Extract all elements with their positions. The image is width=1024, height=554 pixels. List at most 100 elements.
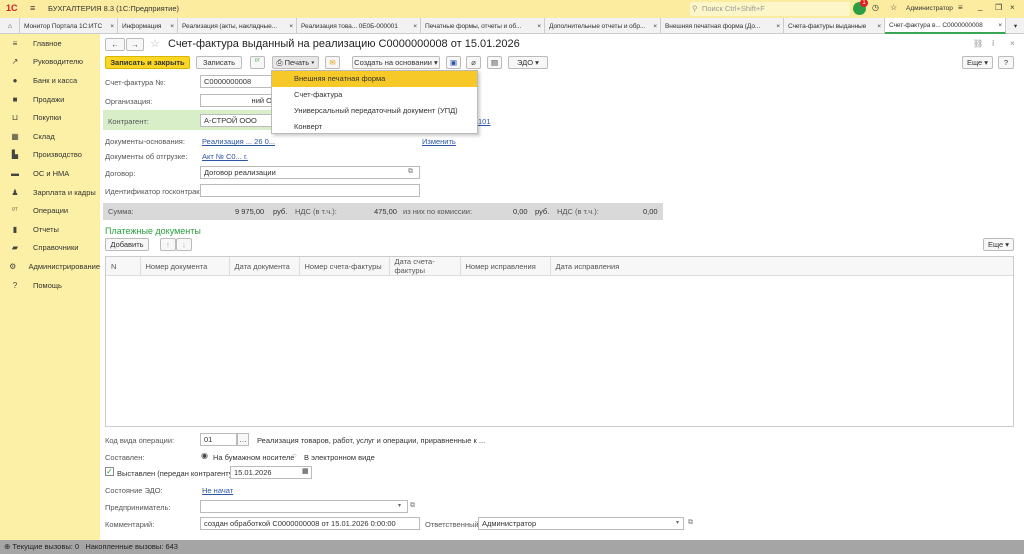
op-field[interactable]: 01 xyxy=(200,433,237,446)
tab[interactable]: Монитор Портала 1С:ИТС × xyxy=(20,18,118,34)
email-button[interactable]: ✉ xyxy=(325,56,340,69)
responsible-field[interactable]: Администратор xyxy=(478,517,684,530)
close-form-icon[interactable]: × xyxy=(1010,39,1015,48)
close-icon[interactable]: × xyxy=(170,19,174,34)
table-more-button[interactable]: Еще ▾ xyxy=(983,238,1014,251)
radio-electronic[interactable]: ○ xyxy=(292,451,297,460)
dropdown-icon[interactable]: ▾ xyxy=(676,519,679,526)
change-link[interactable]: Изменить xyxy=(422,137,456,146)
more-button[interactable]: Еще ▾ xyxy=(962,56,993,69)
sidebar-item-manager[interactable]: ↗ Руководителю xyxy=(0,53,100,72)
close-icon[interactable]: × xyxy=(653,19,657,34)
sidebar-item-production[interactable]: ▙ Производство xyxy=(0,146,100,165)
close-icon[interactable]: × xyxy=(110,19,114,34)
issued-checkbox[interactable]: ✓ xyxy=(105,467,114,476)
column-header[interactable]: Дата документа xyxy=(229,257,300,276)
menu-item-external-print-form[interactable]: Внешняя печатная форма xyxy=(272,71,477,87)
close-icon[interactable]: × xyxy=(1010,3,1015,12)
sidebar-item-salary[interactable]: ♟ Зарплата и кадры xyxy=(0,183,100,202)
sidebar-item-catalogs[interactable]: ▰ Справочники xyxy=(0,239,100,258)
sidebar-item-main[interactable]: ≡ Главное xyxy=(0,34,100,53)
column-header[interactable]: Номер документа xyxy=(140,257,230,276)
info-icon[interactable]: ⅰ xyxy=(992,39,994,48)
open-icon[interactable]: ⧉ xyxy=(410,502,415,510)
minimize-icon[interactable]: _ xyxy=(978,2,982,11)
save-close-button[interactable]: Записать и закрыть xyxy=(105,56,190,69)
add-button[interactable]: Добавить xyxy=(105,238,149,251)
radio-electronic-label[interactable]: В электронном виде xyxy=(304,453,375,462)
issued-label[interactable]: Выставлен (передан контрагенту): xyxy=(117,469,237,478)
save-button[interactable]: Записать xyxy=(196,56,242,69)
move-up-button[interactable]: ↑ xyxy=(160,238,176,251)
tab-active[interactable]: Счет-фактура в... С0000000008 × xyxy=(885,18,1006,34)
shipment-link[interactable]: Акт № С0... г. xyxy=(202,152,248,161)
payments-table[interactable]: N Номер документа Дата документа Номер с… xyxy=(105,256,1014,427)
counterparty-field[interactable]: А-СТРОЙ ООО xyxy=(200,114,275,127)
close-icon[interactable]: × xyxy=(776,19,780,34)
dt-kt-button[interactable]: ᴰᵀ xyxy=(250,56,265,69)
tab[interactable]: Реализация това... 0Е0Б-000001 × xyxy=(297,18,421,34)
open-icon[interactable]: ⧉ xyxy=(688,519,693,527)
search-input[interactable]: Поиск Ctrl+Shift+F ⚲ xyxy=(690,2,850,16)
tab[interactable]: Дополнительные отчеты и обр... × xyxy=(545,18,661,34)
close-icon[interactable]: × xyxy=(877,19,881,34)
menu-item-upd[interactable]: Универсальный передаточный документ (УПД… xyxy=(272,103,477,119)
open-icon[interactable]: ⧉ xyxy=(408,168,413,176)
star-icon[interactable]: ☆ xyxy=(890,3,897,12)
home-tab[interactable]: ⌂ xyxy=(0,18,20,34)
tab[interactable]: Внешняя печатная форма (До... × xyxy=(661,18,784,34)
tab[interactable]: Печатные формы, отчеты и об... × xyxy=(421,18,545,34)
help-button[interactable]: ? xyxy=(998,56,1014,69)
move-down-button[interactable]: ↓ xyxy=(176,238,192,251)
report-button[interactable]: ▤ xyxy=(487,56,502,69)
restore-icon[interactable]: ❐ xyxy=(995,3,1002,12)
counterparty-link[interactable]: 101 xyxy=(478,117,491,126)
column-header[interactable]: N xyxy=(106,257,141,276)
dropdown-icon[interactable]: ▾ xyxy=(398,502,401,509)
tabs-dropdown[interactable]: ▾ xyxy=(1006,18,1024,34)
favorite-star-icon[interactable]: ☆ xyxy=(150,37,160,50)
radio-paper-label[interactable]: На бумажном носителе xyxy=(213,453,294,462)
radio-paper[interactable]: ◉ xyxy=(201,451,208,460)
close-icon[interactable]: × xyxy=(998,18,1002,33)
close-icon[interactable]: × xyxy=(413,19,417,34)
edo-button[interactable]: ЭДО ▾ xyxy=(508,56,548,69)
org-field[interactable]: ний О xyxy=(200,94,275,107)
create-based-button[interactable]: Создать на основании ▾ xyxy=(352,56,440,69)
back-button[interactable]: ← xyxy=(105,38,125,51)
entrepreneur-field[interactable] xyxy=(200,500,408,513)
user-name[interactable]: Администратор xyxy=(906,5,953,12)
menu-item-envelope[interactable]: Конверт xyxy=(272,119,477,135)
column-header[interactable]: Дата исправления xyxy=(550,257,1013,276)
select-button[interactable]: … xyxy=(237,433,249,446)
edo-status-link[interactable]: Не начат xyxy=(202,486,233,495)
menu-icon[interactable]: ≡ xyxy=(30,3,35,13)
column-header[interactable]: Номер счета-фактуры xyxy=(299,257,390,276)
comment-field[interactable]: создан обработкой С0000000008 от 15.01.2… xyxy=(200,517,420,530)
link-icon[interactable]: ⛓ xyxy=(973,39,983,48)
structure-button[interactable]: ▣ xyxy=(446,56,461,69)
sidebar-item-reports[interactable]: ▮ Отчеты xyxy=(0,220,100,239)
sidebar-item-assets[interactable]: ▬ ОС и НМА xyxy=(0,164,100,183)
basis-link[interactable]: Реализация ... 26 0... xyxy=(202,137,275,146)
sidebar-item-purchases[interactable]: ⊔ Покупки xyxy=(0,108,100,127)
attach-icon[interactable]: ⌀ xyxy=(466,56,481,69)
sidebar-item-operations[interactable]: ᴰᵀ Операции xyxy=(0,201,100,220)
sidebar-item-help[interactable]: ? Помощь xyxy=(0,276,100,295)
forward-button[interactable]: → xyxy=(126,38,144,51)
menu-item-invoice[interactable]: Счет-фактура xyxy=(272,87,477,103)
calendar-icon[interactable]: ▦ xyxy=(302,467,309,475)
column-header[interactable]: Дата счета-фактуры xyxy=(389,257,461,276)
close-icon[interactable]: × xyxy=(537,19,541,34)
print-button[interactable]: ⎙ Печать ▾ xyxy=(272,56,319,69)
sidebar-item-admin[interactable]: ⚙ Администрирование xyxy=(0,257,100,276)
notifications-button[interactable]: 1 xyxy=(853,0,868,15)
number-field[interactable]: С0000000008 xyxy=(200,75,275,88)
tab[interactable]: Реализация (акты, накладные... × xyxy=(178,18,297,34)
sidebar-item-bank[interactable]: ● Банк и касса xyxy=(0,71,100,90)
tab[interactable]: Счета-фактуры выданные × xyxy=(784,18,885,34)
gov-field[interactable] xyxy=(200,184,420,197)
settings-icon[interactable]: ≡ xyxy=(958,3,963,12)
contract-field[interactable]: Договор реализации xyxy=(200,166,420,179)
sidebar-item-warehouse[interactable]: ▦ Склад xyxy=(0,127,100,146)
